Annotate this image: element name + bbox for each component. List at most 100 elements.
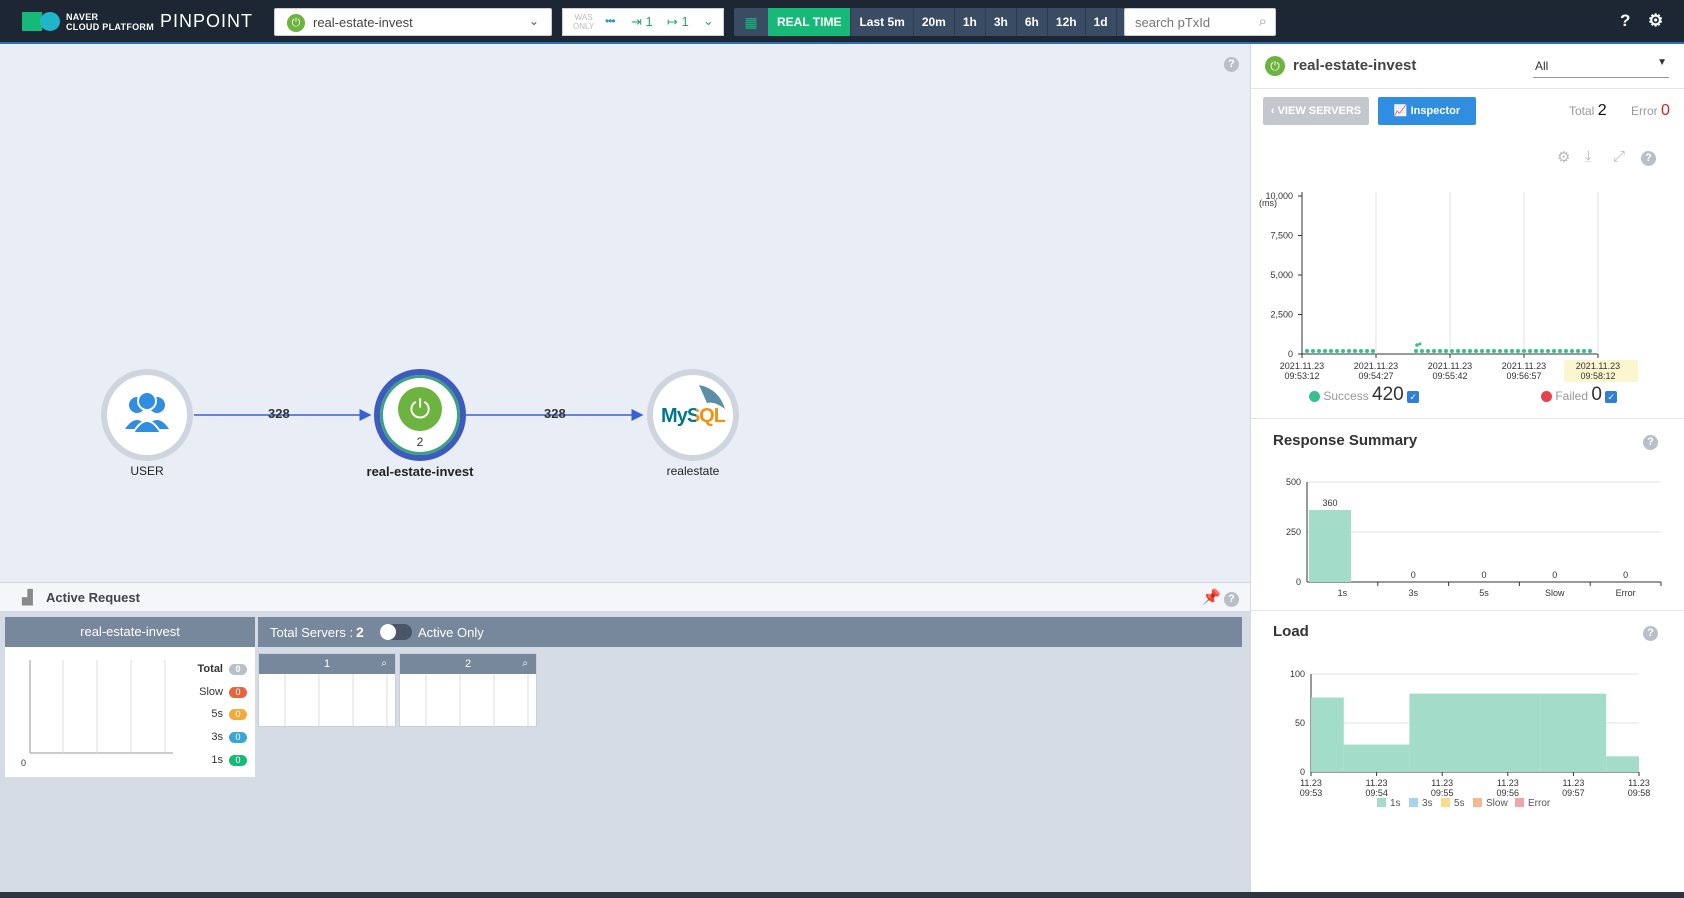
load-help-icon[interactable]: ? [1643,624,1658,641]
success-point[interactable] [1522,349,1526,353]
range-1d[interactable]: 1d [1084,8,1116,36]
legend-swatch-5s[interactable] [1441,798,1450,807]
load-area-segment[interactable] [1475,693,1541,772]
legend-label-Error[interactable]: Error [1528,798,1551,809]
download-icon[interactable]: ⤓ [1585,148,1592,165]
legend-label-3s[interactable]: 3s [1422,798,1433,809]
success-point[interactable] [1311,349,1315,353]
success-point[interactable] [1415,343,1419,347]
database-node[interactable]: MySQL [647,369,739,461]
success-point[interactable] [1444,349,1448,353]
user-node[interactable] [101,369,193,461]
success-legend[interactable]: Success 420 ✓ [1309,384,1420,406]
success-point[interactable] [1474,349,1478,353]
success-point[interactable] [1305,349,1309,353]
success-point[interactable] [1504,349,1508,353]
success-point[interactable] [1426,349,1430,353]
search-icon[interactable]: ⌕ [1259,13,1267,30]
range-12h[interactable]: 12h [1046,8,1085,36]
failed-checkbox[interactable]: ✓ [1605,390,1618,403]
success-point[interactable] [1347,349,1351,353]
outbound-depth[interactable]: ↦ 1 [667,14,689,30]
calendar-icon[interactable]: ▦ [734,8,768,36]
success-checkbox[interactable]: ✓ [1407,390,1420,403]
success-point[interactable] [1546,349,1550,353]
search-icon[interactable]: ⌕ [522,654,528,674]
success-point[interactable] [1438,349,1442,353]
success-point[interactable] [1317,349,1321,353]
success-point[interactable] [1480,349,1484,353]
range-last-5m[interactable]: Last 5m [850,8,912,36]
success-point[interactable] [1418,342,1422,346]
question-circle-icon[interactable]: ? [1620,11,1630,31]
pinpoint-brand[interactable]: PINPOINT [160,11,253,32]
server-card-1[interactable]: 1 ⌕ [258,653,396,727]
success-point[interactable] [1341,349,1345,353]
load-area-segment[interactable] [1311,697,1344,772]
view-servers-button[interactable]: ‹ VIEW SERVERS [1263,97,1369,125]
legend-swatch-3s[interactable] [1409,798,1418,807]
success-point[interactable] [1510,349,1514,353]
load-area-segment[interactable] [1606,756,1639,772]
success-point[interactable] [1450,349,1454,353]
search-input[interactable] [1125,9,1243,35]
success-point[interactable] [1582,349,1586,353]
success-point[interactable] [1528,349,1532,353]
success-point[interactable] [1359,349,1363,353]
legend-label-Slow[interactable]: Slow [1486,798,1508,809]
success-point[interactable] [1498,349,1502,353]
success-point[interactable] [1486,349,1490,353]
success-point[interactable] [1564,349,1568,353]
load-area-segment[interactable] [1540,693,1607,772]
success-point[interactable] [1516,349,1520,353]
load-area-segment[interactable] [1409,693,1475,772]
success-point[interactable] [1456,349,1460,353]
success-point[interactable] [1323,349,1327,353]
gear-icon[interactable]: ⚙ [1648,11,1663,31]
active-request-help-icon[interactable]: ? [1224,590,1239,607]
success-point[interactable] [1335,349,1339,353]
range-3h[interactable]: 3h [984,8,1016,36]
legend-swatch-Error[interactable] [1515,798,1524,807]
success-point[interactable] [1432,349,1436,353]
range-6h[interactable]: 6h [1015,8,1047,36]
success-point[interactable] [1365,349,1369,353]
legend-swatch-Slow[interactable] [1473,798,1482,807]
application-node[interactable]: ⏻ 2 [374,369,466,461]
edge-count-app-db[interactable]: 328 [544,406,566,421]
success-point[interactable] [1534,349,1538,353]
pin-icon[interactable]: 📌 [1202,588,1221,606]
application-selector[interactable]: ⏻ real-estate-invest ⌄ [274,8,552,36]
bar-1s[interactable] [1309,510,1351,582]
was-only-toggle[interactable]: WAS ONLY [573,13,594,31]
success-point[interactable] [1329,349,1333,353]
success-point[interactable] [1558,349,1562,353]
success-point[interactable] [1353,349,1357,353]
inspector-button[interactable]: 📈 Inspector [1378,97,1476,125]
response-summary-help-icon[interactable]: ? [1643,433,1658,450]
range-1h[interactable]: 1h [953,8,985,36]
success-point[interactable] [1420,349,1424,353]
legend-label-1s[interactable]: 1s [1390,798,1401,809]
success-point[interactable] [1492,349,1496,353]
edge-count-user-app[interactable]: 328 [268,406,290,421]
inbound-outbound-selector[interactable]: WAS ONLY ••• ⇥ 1 ↦ 1 ⌄ [562,8,724,36]
success-point[interactable] [1570,349,1574,353]
search-icon[interactable]: ⌕ [381,654,387,674]
failed-legend[interactable]: Failed 0 ✓ [1541,384,1618,406]
success-point[interactable] [1576,349,1580,353]
legend-swatch-1s[interactable] [1377,798,1386,807]
range-20m[interactable]: 20m [912,8,954,36]
inbound-depth[interactable]: ⇥ 1 [631,14,653,30]
success-point[interactable] [1552,349,1556,353]
success-point[interactable] [1468,349,1472,353]
active-only-toggle[interactable] [380,624,412,640]
realtime-button[interactable]: REAL TIME [768,8,851,36]
server-card-2[interactable]: 2 ⌕ [399,653,537,727]
success-point[interactable] [1540,349,1544,353]
legend-label-5s[interactable]: 5s [1454,798,1465,809]
success-point[interactable] [1588,349,1592,353]
success-point[interactable] [1371,349,1375,353]
chevron-down-icon[interactable]: ⌄ [703,13,714,29]
load-area-segment[interactable] [1343,744,1410,772]
